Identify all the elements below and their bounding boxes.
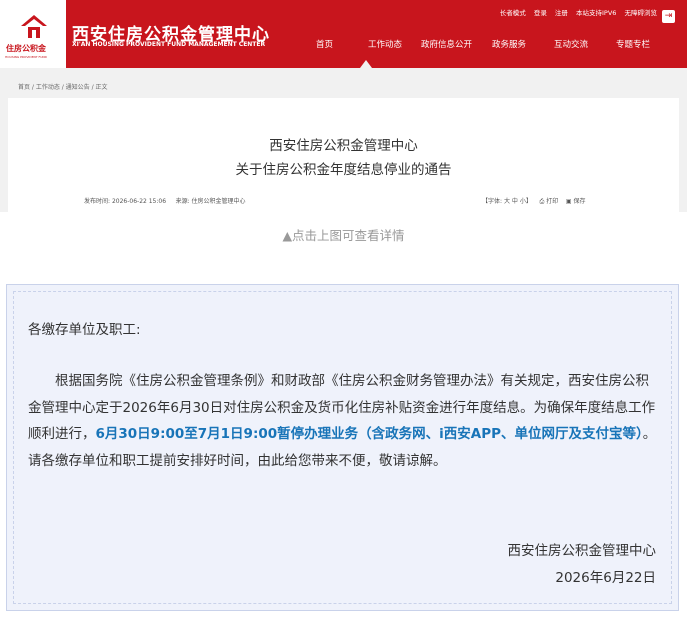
breadcrumb[interactable]: 首页 / 工作动态 / 通知公告 / 正文: [18, 82, 108, 91]
article-meta: 发布时间: 2026-06-22 15:06 来源: 住房公积金管理中心: [84, 196, 246, 205]
site-logo[interactable]: 住房公积金 HOUSING PROVIDENT FUND: [0, 0, 66, 68]
publish-time: 2026-06-22 15:06: [111, 198, 167, 205]
signature-date: 2026年6月22日: [555, 570, 656, 586]
article-title-line1: 西安住房公积金管理中心: [269, 138, 418, 154]
printer-icon[interactable]: ⎙: [539, 198, 544, 205]
accessible-link[interactable]: 无障碍浏览: [625, 9, 658, 17]
nav-gov-info[interactable]: 政府信息公开: [421, 38, 472, 50]
notice-body: 根据国务院《住房公积金管理条例》和财政部《住房公积金财务管理办法》有关规定，西安…: [28, 368, 660, 474]
save-button[interactable]: 保存: [573, 198, 585, 205]
font-size-label: 【字体:: [482, 198, 503, 205]
source-value: 住房公积金管理中心: [191, 198, 246, 205]
article-tools: 【字体: 大 中 小】 ⎙ 打印 ▣ 保存: [482, 196, 585, 206]
nav-interaction[interactable]: 互动交流: [554, 38, 588, 50]
exit-icon[interactable]: ⇥: [662, 10, 675, 23]
register-link[interactable]: 注册: [555, 9, 568, 17]
font-large-button[interactable]: 大: [504, 198, 510, 205]
article-title-line2: 关于住房公积金年度结息停业的通告: [235, 162, 452, 178]
top-utility-bar: 长者模式 登录 注册 本站支持IPV6 无障碍浏览: [494, 7, 657, 17]
ipv6-badge: 本站支持IPV6: [576, 9, 617, 17]
nav-work-news[interactable]: 工作动态: [368, 38, 402, 50]
nav-services[interactable]: 政务服务: [492, 38, 526, 50]
logo-text-en: HOUSING PROVIDENT FUND: [5, 55, 47, 59]
notice-highlight: 6月30日9:00至7月1日9:00暂停办理业务（含政务网、i西安APP、单位网…: [95, 426, 643, 442]
nav-topics[interactable]: 专题专栏: [616, 38, 650, 50]
font-medium-button[interactable]: 中: [512, 198, 518, 205]
publish-label: 发布时间:: [84, 198, 111, 205]
font-small-button[interactable]: 小】: [520, 198, 532, 205]
site-header: 住房公积金 HOUSING PROVIDENT FUND 西安住房公积金管理中心…: [0, 0, 687, 68]
image-caption: ▲点击上图可查看详情: [282, 228, 405, 243]
login-link[interactable]: 登录: [534, 9, 547, 17]
site-subtitle: XI'AN HOUSING PROVIDENT FUND MANAGEMENT …: [72, 41, 266, 48]
article-screenshot-image[interactable]: 住房公积金 HOUSING PROVIDENT FUND 西安住房公积金管理中心…: [0, 0, 687, 212]
notice-greeting: 各缴存单位及职工:: [28, 322, 141, 338]
nav-active-indicator: [360, 60, 372, 68]
print-button[interactable]: 打印: [546, 198, 558, 205]
nav-home[interactable]: 首页: [316, 38, 333, 50]
save-icon[interactable]: ▣: [566, 198, 572, 205]
logo-text: 住房公积金: [6, 44, 46, 53]
signature-org: 西安住房公积金管理中心: [507, 543, 657, 559]
house-logo-icon: [21, 15, 47, 38]
source-label: 来源:: [175, 198, 190, 205]
elder-mode-link[interactable]: 长者模式: [500, 9, 526, 17]
article-panel: [8, 98, 679, 212]
